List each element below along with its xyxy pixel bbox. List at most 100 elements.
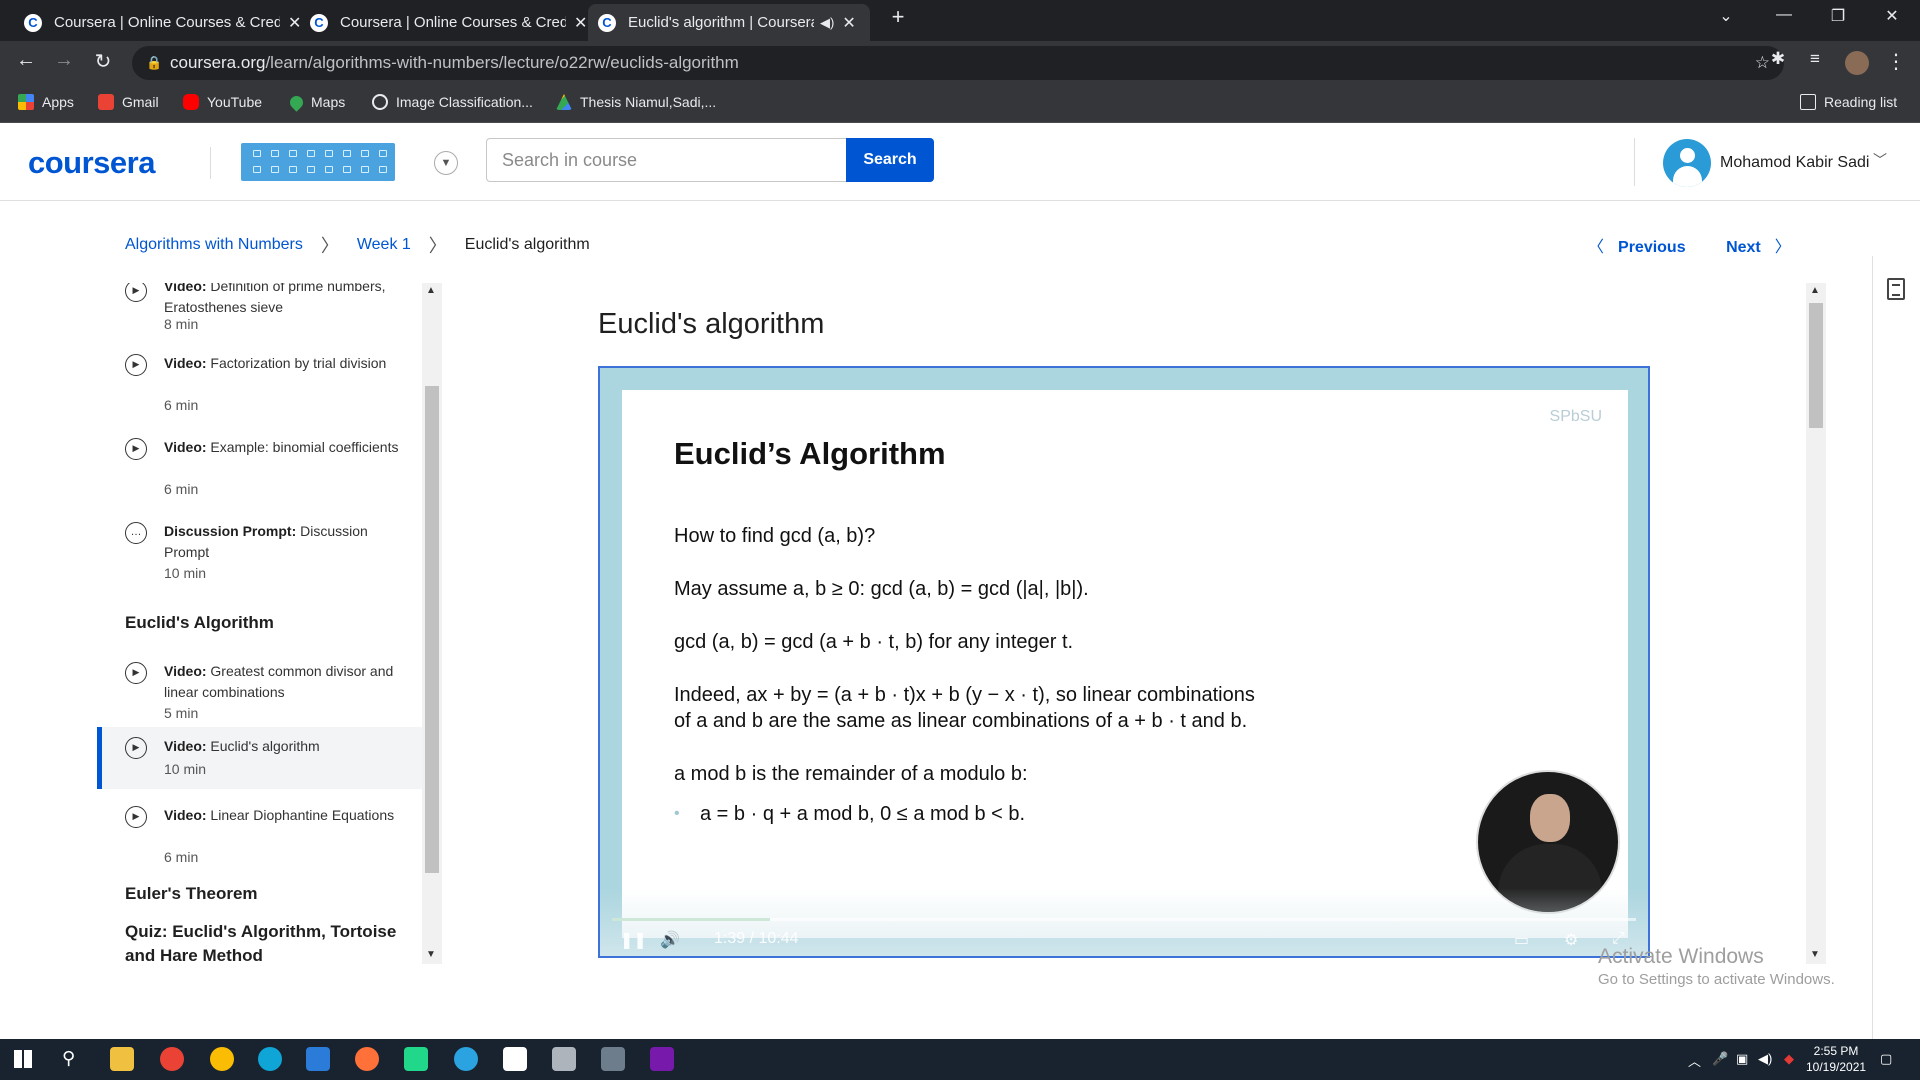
restore-window-button[interactable]: ❐	[1826, 6, 1850, 26]
user-avatar-icon[interactable]	[1663, 139, 1711, 187]
close-window-button[interactable]: ✕	[1880, 6, 1904, 26]
section-heading[interactable]: Euclid's Algorithm	[125, 611, 405, 635]
pause-icon[interactable]: ❚❚	[620, 930, 647, 950]
bookmark-gmail[interactable]: Gmail	[98, 94, 159, 110]
notion-icon[interactable]	[503, 1047, 527, 1071]
sidebar-scrollbar[interactable]: ▲ ▼	[422, 283, 442, 964]
play-circle-icon: ▶	[125, 438, 147, 460]
browser-tab-1[interactable]: C Coursera | Online Courses & Credential…	[14, 4, 311, 41]
speaker-icon[interactable]: ◀)	[1758, 1051, 1772, 1067]
item-type: Video:	[164, 283, 207, 294]
section-heading[interactable]: Euler's Theorem	[125, 882, 405, 906]
bookmark-maps[interactable]: Maps	[287, 92, 345, 112]
list-item[interactable]: ▶ Video: Definition of prime numbers, Er…	[97, 283, 422, 337]
pycharm-icon[interactable]	[404, 1047, 428, 1071]
video-time: 1:39 / 10:44	[714, 930, 799, 947]
video-controls: ❚❚ 🔊 1:39 / 10:44 ▭ ⚙ ⤢	[600, 888, 1648, 956]
bookmark-apps[interactable]: Apps	[18, 94, 74, 110]
bookmark-label: Apps	[42, 94, 74, 110]
content-scrollbar[interactable]: ▲ ▼	[1806, 283, 1826, 964]
course-outline-sidebar: ▶ Video: Definition of prime numbers, Er…	[97, 283, 422, 964]
next-button[interactable]: Next 〉	[1726, 233, 1791, 257]
browser-tab-3-active[interactable]: C Euclid's algorithm | Coursera ◀) ✕	[588, 4, 870, 41]
scroll-up-arrow-icon[interactable]: ▲	[426, 285, 436, 296]
browser-tab-2[interactable]: C Coursera | Online Courses & Credential…	[300, 4, 597, 41]
bookmark-youtube[interactable]: YouTube	[183, 94, 262, 110]
video-progress-bar[interactable]	[612, 918, 1636, 921]
quiz-heading[interactable]: Quiz: Euclid's Algorithm, Tortoise and H…	[125, 920, 405, 964]
app-icon[interactable]	[552, 1047, 576, 1071]
discussion-bubble-icon: …	[125, 522, 147, 544]
media-control-icon[interactable]: ≡	[1801, 49, 1829, 69]
menu-kebab-icon[interactable]: ⋮	[1882, 49, 1910, 74]
coursera-favicon-icon: C	[24, 13, 42, 32]
close-tab-icon[interactable]: ✕	[842, 13, 855, 33]
coursera-logo[interactable]: coursera	[28, 145, 155, 181]
back-arrow-icon[interactable]: ←	[12, 49, 40, 72]
minimize-window-button[interactable]: —	[1772, 6, 1796, 24]
notes-icon[interactable]	[1887, 278, 1905, 300]
bookmark-thesis[interactable]: Thesis Niamul,Sadi,...	[556, 94, 716, 110]
profile-avatar-icon[interactable]	[1845, 51, 1869, 75]
list-item[interactable]: ▶ Video: Example: binomial coefficients …	[97, 429, 422, 499]
globe-icon	[372, 94, 388, 110]
windows-start-icon[interactable]	[14, 1050, 32, 1068]
notifications-icon[interactable]: ▢	[1880, 1051, 1892, 1067]
slide-title: Euclid’s Algorithm	[674, 436, 946, 471]
vscode-icon[interactable]	[306, 1047, 330, 1071]
next-label: Next	[1726, 239, 1761, 256]
scrollbar-thumb[interactable]	[425, 386, 439, 873]
file-explorer-icon[interactable]	[110, 1047, 134, 1071]
list-item[interactable]: ▶ Video: Greatest common divisor and lin…	[97, 653, 422, 723]
reload-icon[interactable]: ↻	[89, 49, 117, 74]
scroll-up-arrow-icon[interactable]: ▲	[1810, 285, 1820, 296]
antivirus-icon[interactable]: ◆	[1784, 1051, 1794, 1067]
search-icon[interactable]: ⚲	[62, 1048, 75, 1069]
reading-list-button[interactable]: Reading list	[1800, 94, 1897, 110]
address-bar[interactable]: 🔒 coursera.org/learn/algorithms-with-num…	[132, 46, 1784, 80]
telegram-icon[interactable]	[454, 1047, 478, 1071]
divider	[1634, 138, 1635, 186]
user-name[interactable]: Mohamod Kabir Sadi	[1720, 154, 1869, 172]
breadcrumb-course-link[interactable]: Algorithms with Numbers	[125, 236, 303, 254]
calculator-icon[interactable]	[601, 1047, 625, 1071]
list-item[interactable]: ▶ Video: Linear Diophantine Equations 6 …	[97, 797, 422, 867]
volume-icon[interactable]: 🔊	[660, 930, 680, 950]
previous-button[interactable]: 〈 Previous	[1588, 233, 1686, 257]
item-duration: 5 min	[164, 705, 199, 721]
breadcrumb-week-link[interactable]: Week 1	[357, 236, 411, 254]
edge-icon[interactable]	[258, 1047, 282, 1071]
firefox-icon[interactable]	[355, 1047, 379, 1071]
partner-logo[interactable]	[241, 143, 395, 181]
item-name: Factorization by trial division	[210, 355, 387, 371]
onenote-icon[interactable]	[650, 1047, 674, 1071]
item-title: Video: Greatest common divisor and linea…	[164, 661, 399, 703]
extensions-puzzle-icon[interactable]: ✱	[1764, 49, 1792, 69]
scroll-down-arrow-icon[interactable]: ▼	[426, 949, 436, 960]
chevron-down-icon[interactable]: ▼	[434, 151, 458, 175]
chrome-icon[interactable]	[210, 1047, 234, 1071]
microphone-icon[interactable]: 🎤	[1712, 1051, 1728, 1067]
list-item[interactable]: … Discussion Prompt: Discussion Prompt 1…	[97, 513, 422, 583]
network-icon[interactable]: ▣	[1736, 1051, 1748, 1067]
list-item-active[interactable]: ▶ Video: Euclid's algorithm 10 min	[97, 727, 422, 789]
audio-playing-icon[interactable]: ◀)	[820, 15, 834, 31]
close-tab-icon[interactable]: ✕	[574, 13, 587, 33]
video-player[interactable]: SPbSU Euclid’s Algorithm How to find gcd…	[598, 366, 1650, 958]
list-item[interactable]: ▶ Video: Factorization by trial division…	[97, 345, 422, 415]
clock[interactable]: 2:55 PM 10/19/2021	[1806, 1043, 1866, 1075]
item-name: Example: binomial coefficients	[210, 439, 399, 455]
forward-arrow-icon[interactable]: →	[50, 49, 78, 72]
settings-gear-icon[interactable]: ⚙	[1564, 930, 1578, 950]
scrollbar-thumb[interactable]	[1809, 303, 1823, 428]
tab-search-icon[interactable]: ⌄	[1714, 6, 1738, 26]
chevron-down-icon[interactable]: ﹀	[1873, 150, 1887, 170]
chrome-icon[interactable]	[160, 1047, 184, 1071]
search-button[interactable]: Search	[846, 138, 934, 182]
bookmark-image-classification[interactable]: Image Classification...	[372, 94, 533, 110]
subtitles-icon[interactable]: ▭	[1514, 930, 1529, 950]
total-duration: 10:44	[758, 930, 799, 947]
tray-chevron-up-icon[interactable]: ︿	[1688, 1051, 1701, 1070]
course-search-input[interactable]	[486, 138, 847, 182]
new-tab-button[interactable]: +	[886, 4, 910, 30]
